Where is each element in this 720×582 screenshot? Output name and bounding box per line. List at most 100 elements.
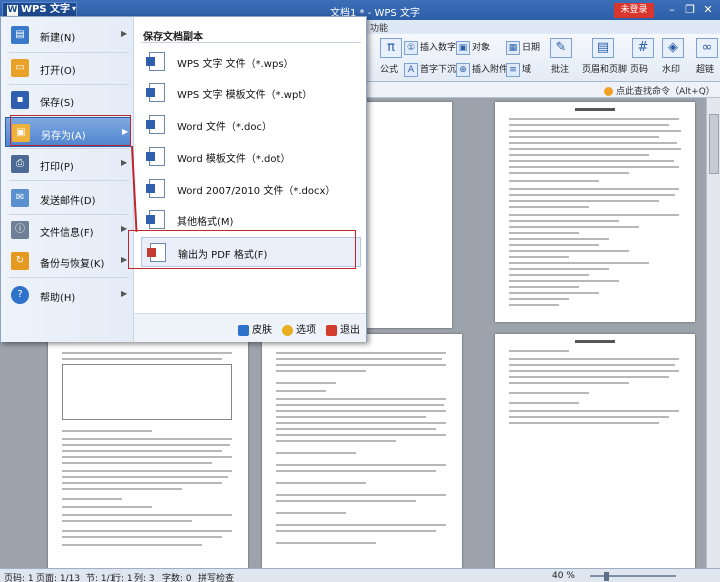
drop-cap-icon: A bbox=[404, 62, 418, 77]
field-icon: ≡ bbox=[506, 62, 520, 77]
printer-icon: ⎙ bbox=[11, 155, 29, 173]
quick-access-dropdown-icon[interactable]: ▾ bbox=[68, 4, 80, 16]
menu-item-label: 帮助(H) bbox=[40, 293, 76, 304]
maximize-icon[interactable]: ❐ bbox=[682, 2, 698, 18]
insert-attachment-label: 插入附件 bbox=[472, 65, 509, 75]
wps-logo-icon: W bbox=[7, 5, 18, 16]
status-page-number: 页码: 1 bbox=[4, 574, 34, 582]
chevron-right-icon: ▶ bbox=[121, 289, 128, 298]
zoom-level[interactable]: 40 % bbox=[552, 571, 575, 581]
status-word-count[interactable]: 字数: 0 bbox=[162, 571, 192, 582]
save-disk-icon: ▪ bbox=[11, 91, 29, 109]
menu-item-label: 保存(S) bbox=[40, 98, 75, 109]
insert-number-icon: ① bbox=[404, 40, 418, 55]
menu-item-send-mail[interactable]: ✉ 发送邮件(D) bbox=[5, 183, 131, 213]
status-page-count[interactable]: 页面: 1/13 bbox=[36, 571, 80, 582]
submenu-item-label: Word 模板文件（*.dot） bbox=[177, 154, 291, 165]
menu-item-label: 备份与恢复(K) bbox=[40, 259, 105, 270]
tab-features[interactable]: 功能 bbox=[370, 21, 388, 34]
menu-item-print[interactable]: ⎙ 打印(P) ▶ bbox=[5, 149, 131, 179]
exit-button[interactable]: 退出 bbox=[326, 321, 360, 336]
scrollbar-thumb[interactable] bbox=[709, 114, 719, 174]
options-label: 选项 bbox=[296, 325, 316, 336]
command-search-button[interactable]: 点此查找命令（Alt+Q） bbox=[604, 84, 715, 97]
menu-item-label: 新建(N) bbox=[40, 33, 76, 44]
object-button[interactable]: ▣ 对象 bbox=[456, 40, 490, 55]
vertical-scrollbar[interactable] bbox=[706, 98, 720, 568]
status-bar: 页码: 1 页面: 1/13 节: 1/1 行: 1 列: 3 字数: 0 拼写… bbox=[0, 568, 720, 582]
menu-item-save[interactable]: ▪ 保存(S) bbox=[5, 85, 131, 115]
object-icon: ▣ bbox=[456, 40, 470, 55]
page-number-icon[interactable]: # bbox=[632, 38, 654, 58]
file-menu: ▤ 新建(N) ▶ ▭ 打开(O) ▪ 保存(S) ▣ 另存为(A) ▶ ⎙ 打… bbox=[0, 16, 367, 342]
formula-icon[interactable]: π bbox=[380, 38, 402, 58]
exit-icon bbox=[326, 324, 337, 336]
gear-icon bbox=[282, 324, 293, 336]
submenu-item-label: Word 文件（*.doc） bbox=[177, 122, 273, 133]
save-as-other-format[interactable]: 其他格式(M) bbox=[141, 205, 361, 233]
chevron-right-icon: ▶ bbox=[121, 158, 128, 167]
login-button[interactable]: 未登录 bbox=[614, 3, 654, 18]
calendar-icon: ▦ bbox=[506, 40, 520, 55]
save-as-wpt[interactable]: WPS 文字 模板文件（*.wpt） bbox=[141, 78, 361, 106]
attachment-icon: ⊕ bbox=[456, 62, 470, 77]
save-as-dot[interactable]: Word 模板文件（*.dot） bbox=[141, 142, 361, 170]
save-as-docx[interactable]: Word 2007/2010 文件（*.docx） bbox=[141, 174, 361, 202]
word-file-icon bbox=[146, 115, 165, 134]
zoom-slider[interactable] bbox=[590, 575, 676, 577]
menu-item-new[interactable]: ▤ 新建(N) ▶ bbox=[5, 20, 131, 50]
document-page bbox=[262, 334, 462, 568]
skin-button[interactable]: 皮肤 bbox=[238, 321, 272, 336]
insert-number-button[interactable]: ① 插入数字 bbox=[404, 40, 456, 55]
field-button[interactable]: ≡ 域 bbox=[506, 62, 531, 77]
backup-icon: ↻ bbox=[11, 252, 29, 270]
spell-check-button[interactable]: 拼写检查 bbox=[198, 571, 234, 582]
minimize-icon[interactable]: – bbox=[664, 2, 680, 18]
save-as-wps[interactable]: WPS 文字 文件（*.wps） bbox=[141, 47, 361, 75]
lightbulb-icon bbox=[604, 87, 613, 96]
menu-item-open[interactable]: ▭ 打开(O) bbox=[5, 53, 131, 83]
comment-icon[interactable]: ✎ bbox=[550, 38, 572, 58]
header-footer-icon[interactable]: ▤ bbox=[592, 38, 614, 58]
page-number-button[interactable]: 页码 bbox=[630, 62, 648, 75]
formula-button[interactable]: 公式 bbox=[380, 62, 398, 75]
date-button[interactable]: ▦ 日期 bbox=[506, 40, 540, 55]
menu-item-label: 发送邮件(D) bbox=[40, 196, 96, 207]
options-button[interactable]: 选项 bbox=[282, 321, 316, 336]
menu-item-label: 文件信息(F) bbox=[40, 228, 94, 239]
hyperlink-button[interactable]: 超链 bbox=[696, 62, 714, 75]
baidu-watermark-url: jingyan.baidu.com bbox=[570, 552, 663, 563]
open-folder-icon: ▭ bbox=[11, 59, 29, 77]
comment-button[interactable]: 批注 bbox=[551, 62, 569, 75]
header-footer-button[interactable]: 页眉和页脚 bbox=[582, 62, 627, 75]
menu-divider bbox=[9, 277, 129, 278]
skin-label: 皮肤 bbox=[252, 325, 272, 336]
menu-item-help[interactable]: ? 帮助(H) ▶ bbox=[5, 280, 131, 310]
close-icon[interactable]: ✕ bbox=[700, 2, 716, 18]
menu-item-backup[interactable]: ↻ 备份与恢复(K) ▶ bbox=[5, 246, 131, 276]
save-as-doc[interactable]: Word 文件（*.doc） bbox=[141, 110, 361, 138]
annotation-box-save-as bbox=[10, 115, 131, 146]
chevron-right-icon: ▶ bbox=[121, 255, 128, 264]
document-page bbox=[48, 334, 248, 568]
mail-icon: ✉ bbox=[11, 189, 29, 207]
file-menu-list: ▤ 新建(N) ▶ ▭ 打开(O) ▪ 保存(S) ▣ 另存为(A) ▶ ⎙ 打… bbox=[1, 17, 134, 342]
wps-menu-label: WPS 文字 bbox=[21, 4, 71, 15]
menu-item-file-info[interactable]: ⓘ 文件信息(F) ▶ bbox=[5, 215, 131, 245]
docx-file-icon bbox=[146, 179, 165, 198]
insert-number-label: 插入数字 bbox=[420, 43, 457, 53]
file-info-icon: ⓘ bbox=[11, 221, 29, 239]
wps-template-icon bbox=[146, 83, 165, 102]
watermark-icon[interactable]: ◈ bbox=[662, 38, 684, 58]
document-page bbox=[495, 102, 695, 322]
command-search-bar: 点此查找命令（Alt+Q） bbox=[366, 82, 720, 98]
watermark-button[interactable]: 水印 bbox=[662, 62, 680, 75]
zoom-slider-handle[interactable] bbox=[604, 572, 609, 581]
word-template-icon bbox=[146, 147, 165, 166]
file-menu-footer: 皮肤 选项 退出 bbox=[134, 313, 366, 342]
status-section: 节: 1/1 bbox=[86, 574, 116, 582]
hyperlink-icon[interactable]: ∞ bbox=[696, 38, 718, 58]
insert-attachment-button[interactable]: ⊕ 插入附件 bbox=[456, 62, 508, 77]
drop-cap-button[interactable]: A 首字下沉 bbox=[404, 62, 456, 77]
submenu-item-label: Word 2007/2010 文件（*.docx） bbox=[177, 186, 336, 197]
